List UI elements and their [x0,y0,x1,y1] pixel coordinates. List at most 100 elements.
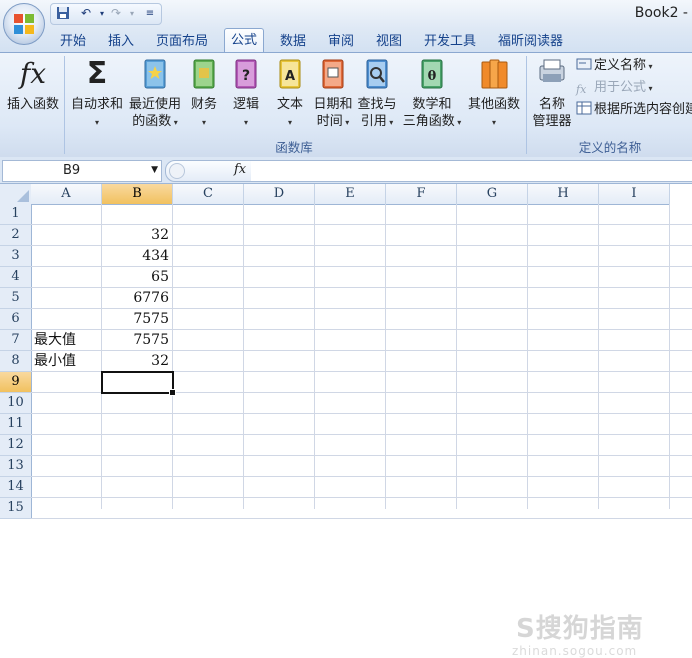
define-name-button[interactable]: 定义名称 ▾ [576,56,653,76]
row-header-11[interactable]: 11 [0,414,32,435]
math-trig-button[interactable]: θ 数学和 三角函数 ▾ [400,56,464,131]
cell-b8[interactable]: 32 [102,351,169,371]
row-header-14[interactable]: 14 [0,477,32,498]
use-in-formula-button[interactable]: fx 用于公式 ▾ [576,78,653,98]
tab-page-layout[interactable]: 页面布局 [156,32,208,52]
book-text-icon: A [279,59,301,89]
group-separator [526,56,527,154]
fx-icon: fx [19,57,47,90]
gridline-vertical [243,204,244,509]
svg-text:A: A [285,69,295,84]
recently-used-button[interactable]: 最近使用 的函数 ▾ [126,56,184,131]
cell-b3[interactable]: 434 [102,246,169,266]
customize-icon[interactable]: ≡ [141,5,159,22]
gridline-horizontal [31,413,692,414]
book-financial-icon [193,59,215,89]
svg-text:?: ? [242,68,250,84]
tab-insert[interactable]: 插入 [108,32,134,52]
financial-button[interactable]: 财务 ▾ [186,56,222,131]
insert-function-button[interactable]: fx 插入函数 [4,56,62,113]
text-button[interactable]: A 文本 ▾ [272,56,308,131]
cell-b5[interactable]: 6776 [102,288,169,308]
name-box-value: B9 [63,163,81,178]
books-stack-icon [481,59,508,89]
row-header-6[interactable]: 6 [0,309,32,330]
expand-handle-icon[interactable] [169,163,185,179]
cell-b2[interactable]: 32 [102,225,169,245]
chevron-down-icon: ▾ [342,118,350,127]
office-button[interactable] [3,3,45,45]
chevron-down-icon: ▾ [94,118,99,127]
select-all-button[interactable] [0,184,32,205]
more-functions-button[interactable]: 其他函数 ▾ [466,56,522,131]
fill-handle[interactable] [169,389,176,396]
lookup-reference-button[interactable]: 查找与 引用 ▾ [356,56,398,131]
define-name-icon [576,57,592,71]
row-header-1[interactable]: 1 [0,204,32,225]
gridline-vertical [385,204,386,509]
tab-review[interactable]: 审阅 [328,32,354,52]
insert-function-fx-icon[interactable]: fx [234,162,246,177]
tab-data[interactable]: 数据 [280,32,306,52]
book-calendar-icon [322,59,344,89]
gridline-vertical [456,204,457,509]
chevron-down-icon: ▾ [171,118,178,127]
worksheet-grid[interactable]: ABCDEFGHI 1 2 3 4 5 6 7 8 9 10 11 12 13 14 15 32 434 65 6… [0,184,692,658]
row-header-10[interactable]: 10 [0,393,32,414]
row-header-7[interactable]: 7 [0,330,32,351]
tab-formulas[interactable]: 公式 [224,28,265,53]
column-header-i[interactable]: I [599,184,670,205]
chevron-down-icon: ▾ [287,118,292,127]
row-header-4[interactable]: 4 [0,267,32,288]
tab-foxit-reader[interactable]: 福昕阅读器 [498,32,563,52]
row-header-2[interactable]: 2 [0,225,32,246]
tab-developer[interactable]: 开发工具 [424,32,476,52]
row-header-5[interactable]: 5 [0,288,32,309]
save-icon[interactable] [54,5,72,22]
row-header-8[interactable]: 8 [0,351,32,372]
create-from-selection-button[interactable]: 根据所选内容创建 [576,100,692,120]
row-header-3[interactable]: 3 [0,246,32,267]
column-header-h[interactable]: H [528,184,599,205]
cell-b6[interactable]: 7575 [102,309,169,329]
select-all-triangle-icon [17,190,29,202]
chevron-down-icon[interactable]: ▼ [151,165,158,175]
name-manager-button[interactable]: 名称 管理器 [530,56,574,130]
cell-b4[interactable]: 65 [102,267,169,287]
logical-button[interactable]: ? 逻辑 ▾ [228,56,264,131]
watermark-url: zhinan.sogou.com [512,644,638,658]
row-header-13[interactable]: 13 [0,456,32,477]
row-header-9[interactable]: 9 [0,372,32,393]
tab-home[interactable]: 开始 [60,32,86,52]
column-header-b[interactable]: B [102,184,173,205]
gridline-horizontal [31,518,692,519]
column-header-e[interactable]: E [315,184,386,205]
cell-a7[interactable]: 最大值 [34,330,76,350]
chevron-down-icon: ▾ [454,118,462,127]
chevron-down-icon: ▾ [243,118,248,127]
row-header-12[interactable]: 12 [0,435,32,456]
autosum-button[interactable]: Σ 自动求和 ▾ [68,56,126,131]
chevron-down-icon: ▾ [201,118,206,127]
svg-text:θ: θ [428,69,437,84]
column-header-c[interactable]: C [173,184,244,205]
chevron-down-icon: ▾ [386,118,394,127]
book-theta-icon: θ [421,59,443,89]
column-header-d[interactable]: D [244,184,315,205]
date-time-button[interactable]: 日期和 时间 ▾ [312,56,354,131]
chevron-down-icon: ▾ [491,118,496,127]
gridline-horizontal [31,497,692,498]
column-header-f[interactable]: F [386,184,457,205]
sigma-icon: Σ [86,56,108,91]
quick-access-toolbar: ↶ ▾ ↷ ▾ ≡ [50,3,162,25]
column-header-a[interactable]: A [31,184,102,205]
cell-b7[interactable]: 7575 [102,330,169,350]
formula-input[interactable] [251,160,692,182]
cell-a8[interactable]: 最小值 [34,351,76,371]
tab-view[interactable]: 视图 [376,32,402,52]
gridline-vertical [314,204,315,509]
column-header-g[interactable]: G [457,184,528,205]
office-logo-icon [14,14,34,34]
name-box[interactable]: B9 ▼ [2,160,162,182]
redo-dropdown-icon[interactable]: ▾ [123,5,141,22]
